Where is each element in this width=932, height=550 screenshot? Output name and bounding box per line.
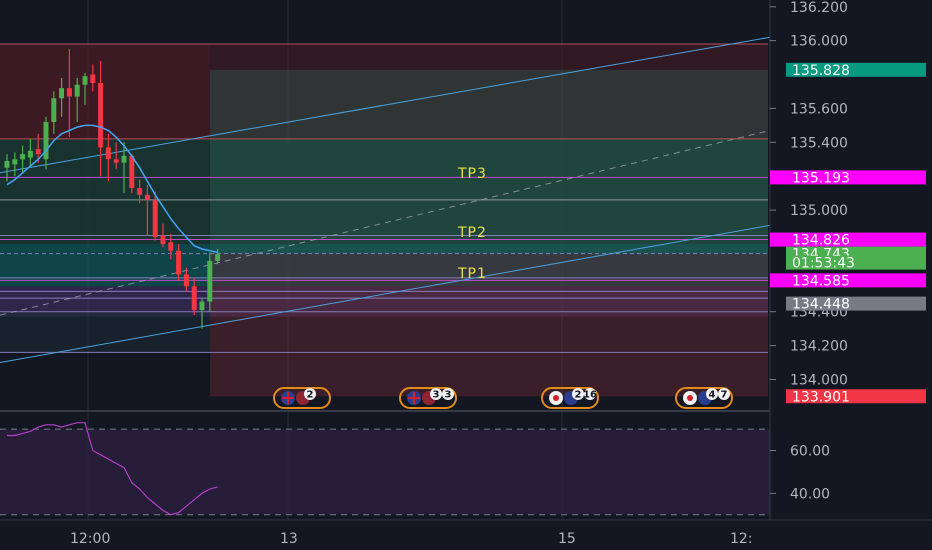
candle-body xyxy=(35,149,41,155)
event-count: 2 xyxy=(575,390,582,401)
price-tick-label: 135.400 xyxy=(790,135,848,151)
left-lower-zone xyxy=(0,311,210,353)
time-tick-label: 15 xyxy=(558,531,576,547)
rsi-tick-label: 60.00 xyxy=(790,444,830,460)
rsi-tick-label: 40.00 xyxy=(790,486,830,502)
candle-body xyxy=(160,235,166,244)
event-count: 7 xyxy=(721,390,728,401)
position-target-box xyxy=(210,69,768,254)
rsi-pane xyxy=(0,422,770,516)
price-tag-label: 133.901 xyxy=(792,389,850,405)
candle-body xyxy=(191,286,197,311)
candle-body xyxy=(121,155,127,163)
candle-body xyxy=(207,260,213,302)
price-tag: 01:53:43 xyxy=(786,255,926,272)
candle-body xyxy=(144,194,150,200)
candle-body xyxy=(12,159,18,165)
candle-body xyxy=(51,98,57,122)
candle-body xyxy=(90,74,96,84)
price-tick-label: 135.600 xyxy=(790,101,848,117)
price-tag-label: 01:53:43 xyxy=(792,256,855,272)
price-tag: 135.828 xyxy=(786,62,926,79)
zones-layer xyxy=(0,44,768,397)
candle-body xyxy=(176,250,182,275)
candle-body xyxy=(66,88,72,97)
tp-label: TP3 xyxy=(457,166,487,182)
candle-body xyxy=(152,199,158,238)
candle-body xyxy=(20,154,26,160)
candle-body xyxy=(59,88,65,99)
time-tick-label: 12:00 xyxy=(70,531,110,547)
tp-label: TP1 xyxy=(457,266,487,282)
candle-body xyxy=(113,159,119,163)
price-tag-notch xyxy=(770,273,786,288)
price-tick-label: 134.200 xyxy=(790,339,848,355)
candle-body xyxy=(27,150,33,158)
candle-body xyxy=(82,76,88,85)
price-tag-label: 135.828 xyxy=(792,63,850,79)
price-tag: 134.448 xyxy=(786,296,926,313)
price-tag: 135.193 xyxy=(770,170,926,186)
left-red-zone xyxy=(0,44,210,139)
candle-body xyxy=(215,254,221,261)
price-tag-notch xyxy=(770,232,786,247)
price-tick-label: 134.000 xyxy=(790,373,848,389)
candle-body xyxy=(137,188,143,195)
japan-flag-dot xyxy=(687,395,693,401)
rsi-band-fill xyxy=(0,429,770,515)
tp-label: TP2 xyxy=(457,225,487,241)
candle-body xyxy=(129,155,135,189)
event-count: 16 xyxy=(583,390,597,401)
time-tick-label: 12: xyxy=(730,531,753,547)
time-tick-label: 13 xyxy=(280,531,298,547)
candle-body xyxy=(199,301,205,311)
price-tag-label: 134.448 xyxy=(792,297,850,313)
price-tag-notch xyxy=(770,170,786,185)
candle-body xyxy=(4,160,10,168)
japan-flag-dot xyxy=(553,395,559,401)
price-tick-label: 135.000 xyxy=(790,203,848,219)
event-count: 4 xyxy=(709,390,716,401)
event-count: 3 xyxy=(445,390,452,401)
candle-body xyxy=(105,147,111,160)
candle-body xyxy=(74,84,80,97)
price-tag-label: 134.585 xyxy=(792,273,850,289)
candle-body xyxy=(183,274,189,287)
price-tag: 133.901 xyxy=(786,389,926,405)
event-count: 2 xyxy=(307,390,314,401)
candle-body xyxy=(98,83,104,148)
candle-body xyxy=(168,242,174,251)
price-tag-label: 135.193 xyxy=(792,170,850,186)
price-tag: 134.585 xyxy=(770,273,926,289)
trading-chart[interactable]: TP3TP2TP1 2 3 3 2 16 4 7 136.200136.000135.600… xyxy=(0,0,932,550)
event-count: 3 xyxy=(433,390,440,401)
price-tick-label: 136.000 xyxy=(790,34,848,50)
price-tick-label: 136.200 xyxy=(790,0,848,16)
